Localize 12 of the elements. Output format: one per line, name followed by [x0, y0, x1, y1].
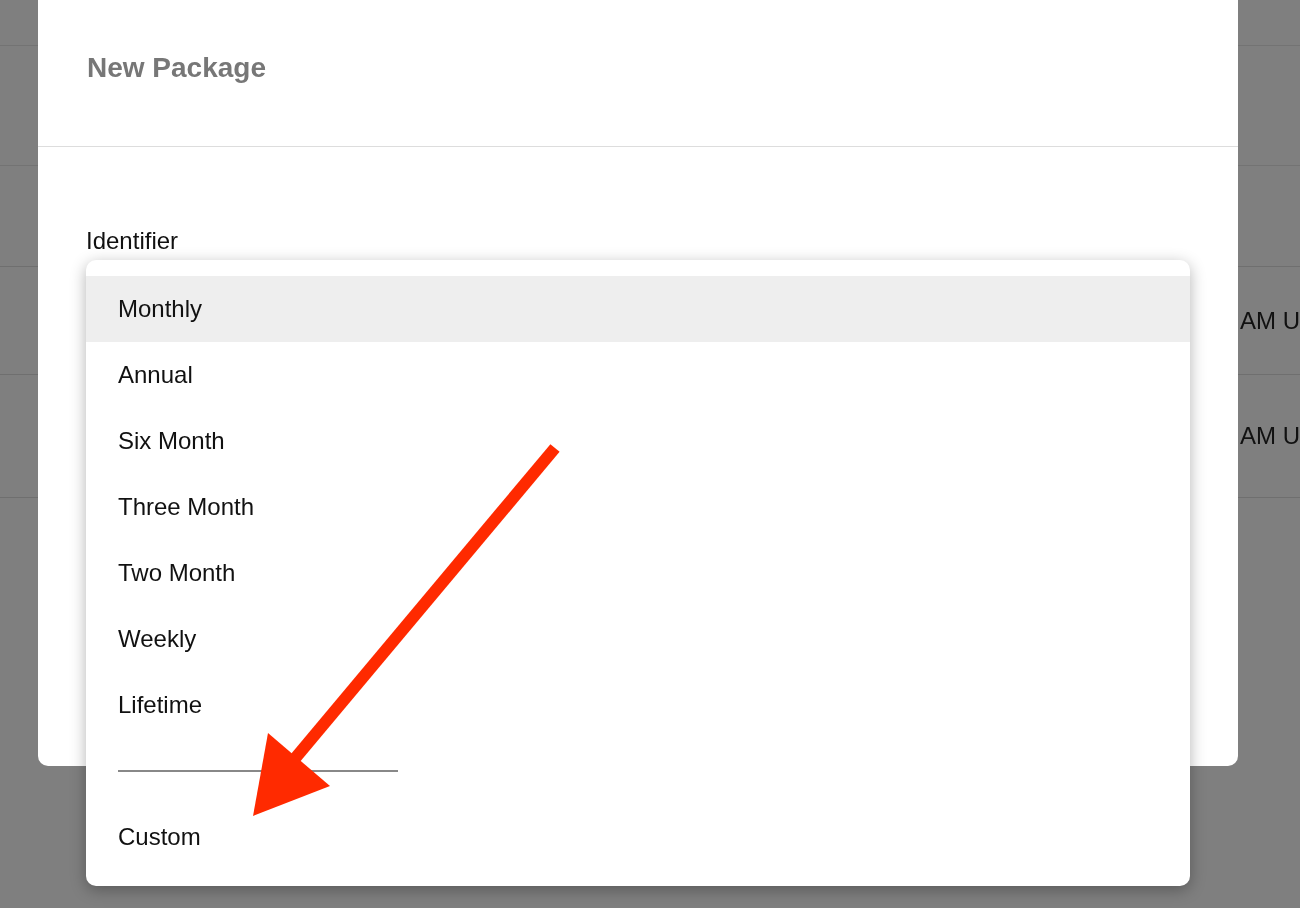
dialog-title: New Package [38, 0, 1238, 147]
menu-item[interactable]: Two Month [86, 540, 1190, 606]
table-cell-text: AM U [1239, 306, 1300, 335]
menu-item[interactable]: Three Month [86, 474, 1190, 540]
menu-item[interactable]: Weekly [86, 606, 1190, 672]
menu-item[interactable]: Six Month [86, 408, 1190, 474]
menu-item[interactable]: Custom [86, 804, 1190, 870]
field-label: Identifier [86, 227, 179, 254]
menu-item[interactable]: Annual [86, 342, 1190, 408]
menu-item[interactable]: Lifetime [86, 672, 1190, 738]
table-cell-text: AM U [1239, 422, 1300, 450]
menu-item[interactable]: Monthly [86, 276, 1190, 342]
